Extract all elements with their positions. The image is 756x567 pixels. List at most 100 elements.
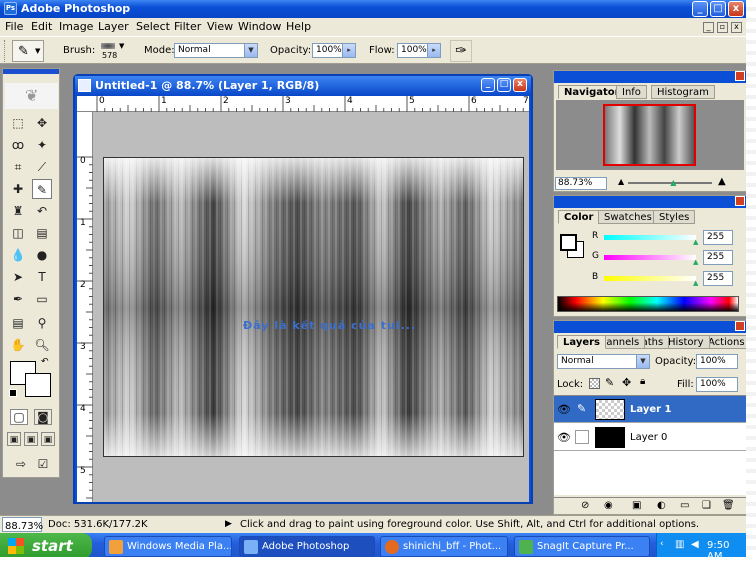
doc-window-close-button[interactable]: x <box>513 78 527 92</box>
green-slider-thumb[interactable]: ▲ <box>693 258 698 266</box>
color-panel-fg-swatch[interactable] <box>560 234 577 251</box>
red-slider-thumb[interactable]: ▲ <box>693 238 698 246</box>
lock-all-icon[interactable]: 🔒︎ <box>640 376 645 387</box>
notes-tool-icon[interactable]: ▤ <box>8 313 28 333</box>
close-icon[interactable] <box>735 71 745 81</box>
close-icon[interactable] <box>735 196 745 206</box>
fill-field[interactable]: 100% <box>696 377 738 392</box>
taskbar-item-firefox[interactable]: shinichi_bff - Phot... <box>380 536 508 557</box>
brush-picker[interactable]: ▼ 578 <box>97 40 131 62</box>
path-selection-tool-icon[interactable]: ➤ <box>8 267 28 287</box>
crop-tool-icon[interactable]: ⌗ <box>8 157 28 177</box>
flow-field[interactable]: 100% ▸ <box>397 43 441 58</box>
adjustment-layer-icon[interactable]: ◐ <box>657 500 666 511</box>
close-icon[interactable] <box>735 321 745 331</box>
blue-value-field[interactable]: 255 <box>703 271 733 286</box>
horizontal-ruler[interactable]: 0 1 2 3 4 5 6 7 <box>77 96 529 112</box>
opacity-field[interactable]: 100% ▸ <box>312 43 356 58</box>
panel-title-bar[interactable] <box>554 71 747 83</box>
red-slider[interactable] <box>604 235 696 240</box>
screen-mode-full-icon[interactable]: ▣ <box>41 432 55 446</box>
default-colors-icon[interactable] <box>9 389 17 397</box>
jump-to-imageready-icon[interactable]: ⇨ <box>10 455 32 473</box>
navigator-preview[interactable] <box>556 100 744 170</box>
gradient-tool-icon[interactable]: ▤ <box>32 223 52 243</box>
start-button[interactable]: start <box>0 533 92 559</box>
screen-mode-full-menu-icon[interactable]: ▣ <box>24 432 38 446</box>
quick-mask-mode-icon[interactable]: ◙ <box>34 409 52 425</box>
marquee-tool-icon[interactable]: ⬚ <box>8 113 28 133</box>
close-button[interactable]: x <box>728 1 744 17</box>
tray-collapse-icon[interactable]: ‹ <box>660 539 664 549</box>
image-canvas[interactable]: Đây là kết quả của tui... <box>103 157 524 457</box>
shape-tool-icon[interactable]: ▭ <box>32 289 52 309</box>
zoom-in-icon[interactable]: ▲ <box>718 176 726 187</box>
mode-select[interactable]: Normal ▼ <box>174 43 258 58</box>
network-icon[interactable]: ▥ <box>675 539 684 550</box>
menu-layer[interactable]: Layer <box>98 20 129 33</box>
menu-help[interactable]: Help <box>286 20 311 33</box>
status-doc-size[interactable]: Doc: 531.6K/177.2K <box>48 519 148 530</box>
minimize-button[interactable]: _ <box>692 1 708 17</box>
move-tool-icon[interactable]: ✥ <box>32 113 52 133</box>
status-menu-icon[interactable]: ▶ <box>225 519 232 529</box>
taskbar-item-photoshop[interactable]: Adobe Photoshop <box>239 536 375 557</box>
clone-stamp-tool-icon[interactable]: ♜ <box>8 201 28 221</box>
new-group-icon[interactable]: ▭ <box>680 500 689 511</box>
swap-colors-icon[interactable]: ↶ <box>41 357 49 367</box>
taskbar-item-media-player[interactable]: Windows Media Pla... <box>104 536 232 557</box>
link-box[interactable] <box>575 430 589 444</box>
menu-edit[interactable]: Edit <box>31 20 52 33</box>
menu-window[interactable]: Window <box>238 20 281 33</box>
tab-info[interactable]: Info <box>616 85 647 99</box>
document-title-bar[interactable]: Untitled-1 @ 88.7% (Layer 1, RGB/8) _ □ … <box>75 76 531 96</box>
tab-color[interactable]: Color <box>558 210 600 224</box>
blur-tool-icon[interactable]: 💧 <box>8 245 28 265</box>
maximize-button[interactable]: □ <box>710 1 726 17</box>
hand-tool-icon[interactable]: ✋ <box>8 335 28 355</box>
panel-title-bar[interactable] <box>554 196 747 208</box>
doc-window-minimize-button[interactable]: _ <box>481 78 495 92</box>
panel-title-bar[interactable] <box>554 321 747 333</box>
type-tool-icon[interactable]: T <box>32 267 52 287</box>
lock-pixels-icon[interactable]: ✎ <box>605 376 614 389</box>
layer-opacity-field[interactable]: 100% <box>696 354 738 369</box>
document-area[interactable]: 0 1 2 3 4 5 6 7 0 1 2 3 4 5 Đây là kết q… <box>77 96 529 502</box>
green-value-field[interactable]: 255 <box>703 250 733 265</box>
zoom-out-icon[interactable]: ▲ <box>618 177 624 186</box>
lock-transparency-icon[interactable] <box>589 378 600 389</box>
brush-tool-icon[interactable]: ✎ <box>32 179 52 199</box>
status-zoom-field[interactable]: 88.73% <box>2 517 43 532</box>
doc-minimize-button[interactable]: _ <box>703 22 714 33</box>
menu-filter[interactable]: Filter <box>174 20 201 33</box>
layer-row[interactable]: 👁︎ ✎ Layer 1 <box>554 396 747 423</box>
trash-icon[interactable]: 🗑︎ <box>722 500 735 511</box>
eraser-tool-icon[interactable]: ◫ <box>8 223 28 243</box>
color-ramp[interactable] <box>557 296 739 312</box>
menu-file[interactable]: File <box>5 20 23 33</box>
eyedropper-tool-icon[interactable]: ⚲ <box>32 313 52 333</box>
screen-mode-standard-icon[interactable]: ▣ <box>7 432 21 446</box>
vertical-ruler[interactable]: 0 1 2 3 4 5 <box>77 112 93 502</box>
tool-preset-picker[interactable]: ✎ ▼ <box>12 40 44 62</box>
history-brush-tool-icon[interactable]: ↶ <box>32 201 52 221</box>
imageready-icon[interactable]: ☑ <box>34 455 52 473</box>
menu-select[interactable]: Select <box>136 20 170 33</box>
eye-icon[interactable]: 👁︎ <box>557 403 571 416</box>
red-value-field[interactable]: 255 <box>703 230 733 245</box>
taskbar-item-snagit[interactable]: SnagIt Capture Pr... <box>514 536 650 557</box>
doc-restore-button[interactable]: ▫ <box>717 22 728 33</box>
menu-view[interactable]: View <box>207 20 233 33</box>
dodge-tool-icon[interactable]: ● <box>32 245 52 265</box>
zoom-tool-icon[interactable]: 🔍︎ <box>32 335 52 355</box>
layer-style-icon[interactable]: ◉ <box>604 500 613 511</box>
layer-mask-icon[interactable]: ▣ <box>632 500 641 511</box>
tab-histogram[interactable]: Histogram <box>651 85 715 99</box>
navigator-zoom-slider[interactable]: ▲ <box>628 178 712 187</box>
lasso-tool-icon[interactable]: ꝏ <box>8 135 28 155</box>
eye-icon[interactable]: 👁︎ <box>557 431 571 444</box>
new-layer-icon[interactable]: ❑ <box>702 500 711 511</box>
link-layers-icon[interactable]: ⊘ <box>581 500 589 511</box>
background-color-swatch[interactable] <box>25 373 51 397</box>
doc-window-maximize-button[interactable]: □ <box>497 78 511 92</box>
